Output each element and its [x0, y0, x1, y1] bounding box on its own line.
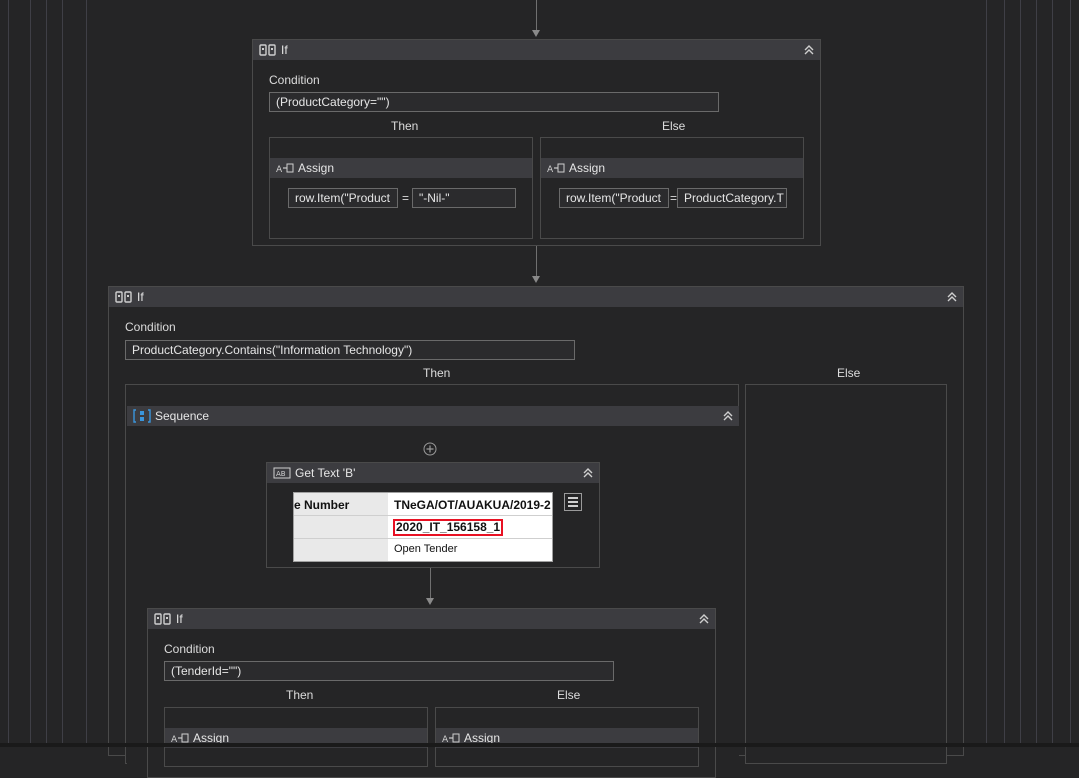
if-icon	[115, 290, 133, 304]
sequence-activity[interactable]: Sequence AB Get Text 'B' e Number TNeGA/…	[127, 406, 739, 778]
if-activity-3-title: If	[176, 612, 183, 626]
else-branch[interactable]	[745, 384, 947, 764]
if-activity-2-header[interactable]: If	[109, 287, 963, 307]
sequence-title: Sequence	[155, 409, 210, 423]
assign-title: Assign	[569, 161, 606, 175]
preview-selected-value: 2020_IT_156158_1	[393, 519, 504, 536]
else-branch[interactable]: A Assign row.Item("Product = ProductCate…	[540, 137, 804, 239]
container-border	[62, 0, 63, 747]
else-label: Else	[557, 688, 581, 702]
preview-row1-value: TNeGA/OT/AUAKUA/2019-2	[394, 498, 551, 512]
svg-text:A: A	[276, 165, 283, 174]
assign-icon: A	[276, 161, 294, 175]
assign-value-input[interactable]: "-Nil-"	[412, 188, 516, 208]
container-border	[46, 0, 47, 747]
else-branch[interactable]: A Assign	[435, 707, 699, 767]
assign-activity-header[interactable]: A Assign	[270, 158, 532, 178]
then-branch[interactable]: Sequence AB Get Text 'B' e Number TNeGA/…	[125, 384, 739, 778]
flow-arrow-icon	[426, 598, 434, 605]
condition-input[interactable]: ProductCategory.Contains("Information Te…	[125, 340, 575, 360]
sequence-header[interactable]: Sequence	[127, 406, 739, 426]
container-border	[1020, 0, 1021, 747]
container-border	[1070, 0, 1071, 747]
container-border	[986, 0, 987, 747]
if-activity-1-header[interactable]: If	[253, 40, 820, 60]
flow-connector	[536, 0, 537, 30]
condition-label: Condition	[125, 320, 176, 334]
assign-to-input[interactable]: row.Item("Product	[559, 188, 669, 208]
flow-arrow-icon	[532, 30, 540, 37]
if-activity-1[interactable]: If Condition (ProductCategory="") Then E…	[252, 39, 821, 246]
else-label: Else	[837, 366, 861, 380]
get-text-title: Get Text 'B'	[295, 466, 356, 480]
if-icon	[259, 43, 277, 57]
preview-row-divider	[294, 538, 552, 539]
condition-input[interactable]: (ProductCategory="")	[269, 92, 719, 112]
assign-value-input[interactable]: ProductCategory.T	[677, 188, 787, 208]
svg-text:A: A	[547, 165, 554, 174]
if-activity-3[interactable]: If Condition (TenderId="") Then Else A A…	[147, 608, 716, 778]
svg-text:AB: AB	[276, 470, 286, 478]
get-text-header[interactable]: AB Get Text 'B'	[267, 463, 599, 483]
assign-to-input[interactable]: row.Item("Product	[288, 188, 398, 208]
then-label: Then	[286, 688, 314, 702]
get-text-activity[interactable]: AB Get Text 'B' e Number TNeGA/OT/AUAKUA…	[266, 462, 600, 568]
collapse-icon[interactable]	[581, 465, 595, 481]
if-activity-2[interactable]: If Condition ProductCategory.Contains("I…	[108, 286, 964, 778]
collapse-icon[interactable]	[697, 611, 711, 627]
then-branch[interactable]: A Assign row.Item("Product = "-Nil-"	[269, 137, 533, 239]
if-activity-2-title: If	[137, 290, 144, 304]
get-text-icon: AB	[273, 466, 291, 480]
if-activity-3-header[interactable]: If	[148, 609, 715, 629]
condition-label: Condition	[164, 642, 215, 656]
bottom-edge	[0, 743, 1079, 747]
if-icon	[154, 612, 172, 626]
container-border	[86, 0, 87, 747]
then-label: Then	[423, 366, 451, 380]
add-activity-icon[interactable]	[423, 442, 437, 456]
options-menu-icon[interactable]	[564, 493, 582, 511]
equals-sign: =	[670, 191, 678, 205]
assign-activity-header[interactable]: A Assign	[541, 158, 803, 178]
preview-row3-value: Open Tender	[394, 543, 458, 555]
container-border	[1052, 0, 1053, 747]
container-border	[30, 0, 31, 747]
collapse-icon[interactable]	[802, 42, 816, 58]
container-border	[1004, 0, 1005, 747]
container-border	[8, 0, 9, 747]
equals-sign: =	[402, 191, 410, 205]
flow-connector	[430, 568, 431, 598]
preview-row-divider	[294, 515, 552, 516]
condition-label: Condition	[269, 73, 320, 87]
container-border	[1036, 0, 1037, 747]
collapse-icon[interactable]	[945, 289, 959, 305]
flow-arrow-icon	[532, 276, 540, 283]
assign-icon: A	[547, 161, 565, 175]
preview-row1-label: e Number	[294, 498, 350, 512]
element-screenshot-preview[interactable]: e Number TNeGA/OT/AUAKUA/2019-2 2020_IT_…	[293, 492, 553, 562]
sequence-icon	[133, 409, 151, 423]
collapse-icon[interactable]	[721, 408, 735, 424]
then-branch[interactable]: A Assign	[164, 707, 428, 767]
else-label: Else	[662, 119, 686, 133]
condition-input[interactable]: (TenderId="")	[164, 661, 614, 681]
if-activity-1-title: If	[281, 43, 288, 57]
then-label: Then	[391, 119, 419, 133]
assign-title: Assign	[298, 161, 335, 175]
flow-connector	[536, 246, 537, 276]
